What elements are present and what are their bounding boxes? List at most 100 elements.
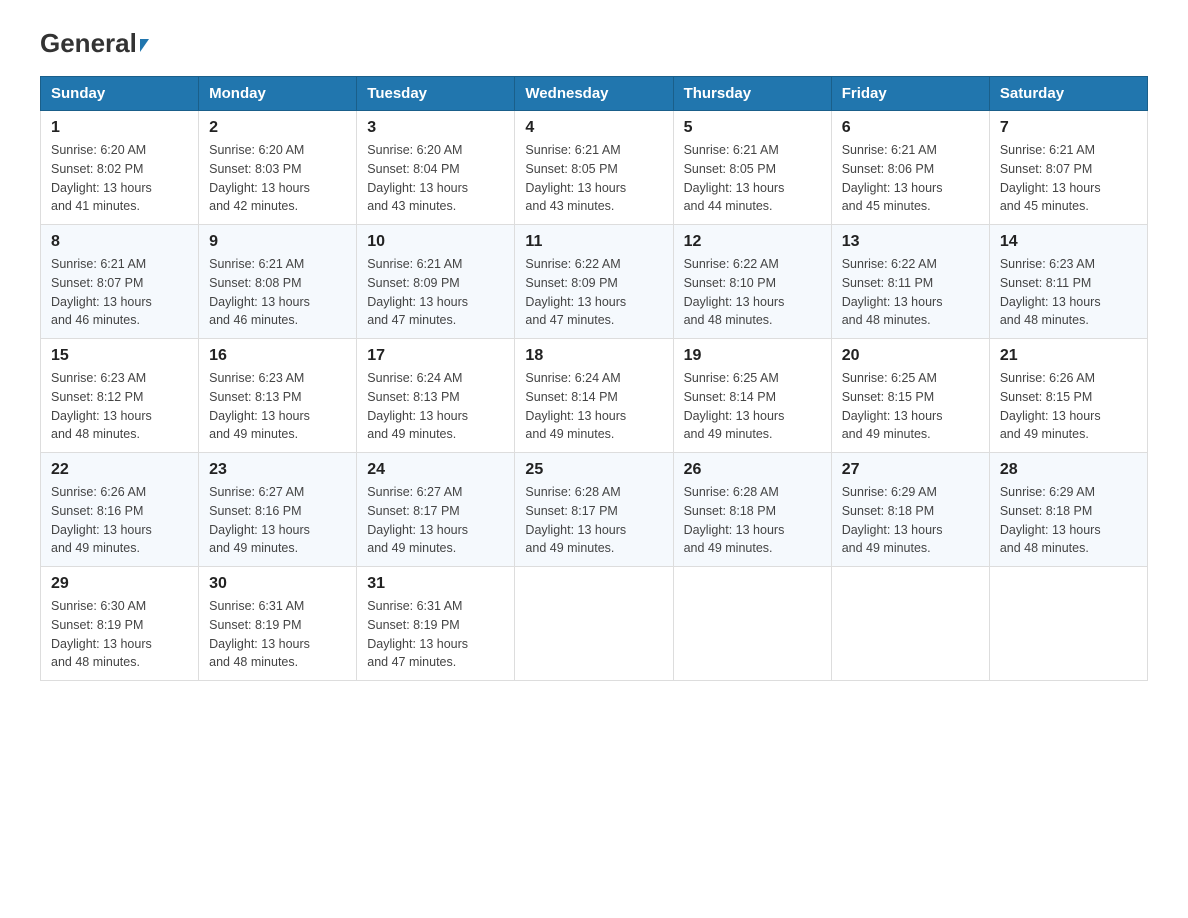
day-cell: 22 Sunrise: 6:26 AMSunset: 8:16 PMDaylig… bbox=[41, 453, 199, 567]
day-info: Sunrise: 6:21 AMSunset: 8:08 PMDaylight:… bbox=[209, 257, 310, 327]
day-info: Sunrise: 6:21 AMSunset: 8:05 PMDaylight:… bbox=[684, 143, 785, 213]
header-cell-saturday: Saturday bbox=[989, 77, 1147, 111]
day-cell: 28 Sunrise: 6:29 AMSunset: 8:18 PMDaylig… bbox=[989, 453, 1147, 567]
day-number: 7 bbox=[1000, 119, 1137, 137]
page-header: General bbox=[40, 30, 1148, 56]
day-number: 9 bbox=[209, 233, 346, 251]
day-info: Sunrise: 6:29 AMSunset: 8:18 PMDaylight:… bbox=[1000, 485, 1101, 555]
day-cell: 23 Sunrise: 6:27 AMSunset: 8:16 PMDaylig… bbox=[199, 453, 357, 567]
day-info: Sunrise: 6:22 AMSunset: 8:11 PMDaylight:… bbox=[842, 257, 943, 327]
day-cell: 12 Sunrise: 6:22 AMSunset: 8:10 PMDaylig… bbox=[673, 225, 831, 339]
day-info: Sunrise: 6:27 AMSunset: 8:17 PMDaylight:… bbox=[367, 485, 468, 555]
day-number: 19 bbox=[684, 347, 821, 365]
header-cell-sunday: Sunday bbox=[41, 77, 199, 111]
day-cell: 24 Sunrise: 6:27 AMSunset: 8:17 PMDaylig… bbox=[357, 453, 515, 567]
header-cell-friday: Friday bbox=[831, 77, 989, 111]
day-number: 23 bbox=[209, 461, 346, 479]
day-number: 10 bbox=[367, 233, 504, 251]
day-number: 11 bbox=[525, 233, 662, 251]
week-row-2: 8 Sunrise: 6:21 AMSunset: 8:07 PMDayligh… bbox=[41, 225, 1148, 339]
day-cell: 15 Sunrise: 6:23 AMSunset: 8:12 PMDaylig… bbox=[41, 339, 199, 453]
day-number: 21 bbox=[1000, 347, 1137, 365]
day-cell: 14 Sunrise: 6:23 AMSunset: 8:11 PMDaylig… bbox=[989, 225, 1147, 339]
header-cell-thursday: Thursday bbox=[673, 77, 831, 111]
day-cell bbox=[515, 567, 673, 681]
day-number: 13 bbox=[842, 233, 979, 251]
day-number: 16 bbox=[209, 347, 346, 365]
day-info: Sunrise: 6:20 AMSunset: 8:03 PMDaylight:… bbox=[209, 143, 310, 213]
day-number: 14 bbox=[1000, 233, 1137, 251]
header-cell-monday: Monday bbox=[199, 77, 357, 111]
day-number: 2 bbox=[209, 119, 346, 137]
day-cell: 31 Sunrise: 6:31 AMSunset: 8:19 PMDaylig… bbox=[357, 567, 515, 681]
day-number: 15 bbox=[51, 347, 188, 365]
day-info: Sunrise: 6:22 AMSunset: 8:09 PMDaylight:… bbox=[525, 257, 626, 327]
day-number: 27 bbox=[842, 461, 979, 479]
day-cell: 26 Sunrise: 6:28 AMSunset: 8:18 PMDaylig… bbox=[673, 453, 831, 567]
day-cell: 9 Sunrise: 6:21 AMSunset: 8:08 PMDayligh… bbox=[199, 225, 357, 339]
day-cell: 13 Sunrise: 6:22 AMSunset: 8:11 PMDaylig… bbox=[831, 225, 989, 339]
day-cell: 30 Sunrise: 6:31 AMSunset: 8:19 PMDaylig… bbox=[199, 567, 357, 681]
day-number: 3 bbox=[367, 119, 504, 137]
day-cell: 3 Sunrise: 6:20 AMSunset: 8:04 PMDayligh… bbox=[357, 111, 515, 225]
day-number: 1 bbox=[51, 119, 188, 137]
day-cell: 8 Sunrise: 6:21 AMSunset: 8:07 PMDayligh… bbox=[41, 225, 199, 339]
calendar-header: SundayMondayTuesdayWednesdayThursdayFrid… bbox=[41, 77, 1148, 111]
day-info: Sunrise: 6:25 AMSunset: 8:15 PMDaylight:… bbox=[842, 371, 943, 441]
day-number: 20 bbox=[842, 347, 979, 365]
day-cell: 6 Sunrise: 6:21 AMSunset: 8:06 PMDayligh… bbox=[831, 111, 989, 225]
day-info: Sunrise: 6:23 AMSunset: 8:13 PMDaylight:… bbox=[209, 371, 310, 441]
day-info: Sunrise: 6:21 AMSunset: 8:07 PMDaylight:… bbox=[1000, 143, 1101, 213]
day-number: 17 bbox=[367, 347, 504, 365]
day-cell: 20 Sunrise: 6:25 AMSunset: 8:15 PMDaylig… bbox=[831, 339, 989, 453]
calendar-body: 1 Sunrise: 6:20 AMSunset: 8:02 PMDayligh… bbox=[41, 111, 1148, 681]
day-number: 6 bbox=[842, 119, 979, 137]
day-number: 22 bbox=[51, 461, 188, 479]
logo-general: General bbox=[40, 30, 149, 56]
day-number: 12 bbox=[684, 233, 821, 251]
day-info: Sunrise: 6:26 AMSunset: 8:15 PMDaylight:… bbox=[1000, 371, 1101, 441]
day-info: Sunrise: 6:21 AMSunset: 8:09 PMDaylight:… bbox=[367, 257, 468, 327]
week-row-4: 22 Sunrise: 6:26 AMSunset: 8:16 PMDaylig… bbox=[41, 453, 1148, 567]
day-info: Sunrise: 6:26 AMSunset: 8:16 PMDaylight:… bbox=[51, 485, 152, 555]
day-cell: 18 Sunrise: 6:24 AMSunset: 8:14 PMDaylig… bbox=[515, 339, 673, 453]
day-number: 31 bbox=[367, 575, 504, 593]
day-cell: 10 Sunrise: 6:21 AMSunset: 8:09 PMDaylig… bbox=[357, 225, 515, 339]
day-number: 18 bbox=[525, 347, 662, 365]
day-cell: 21 Sunrise: 6:26 AMSunset: 8:15 PMDaylig… bbox=[989, 339, 1147, 453]
day-info: Sunrise: 6:31 AMSunset: 8:19 PMDaylight:… bbox=[367, 599, 468, 669]
day-number: 24 bbox=[367, 461, 504, 479]
day-info: Sunrise: 6:27 AMSunset: 8:16 PMDaylight:… bbox=[209, 485, 310, 555]
header-row: SundayMondayTuesdayWednesdayThursdayFrid… bbox=[41, 77, 1148, 111]
day-info: Sunrise: 6:21 AMSunset: 8:06 PMDaylight:… bbox=[842, 143, 943, 213]
week-row-1: 1 Sunrise: 6:20 AMSunset: 8:02 PMDayligh… bbox=[41, 111, 1148, 225]
day-cell bbox=[831, 567, 989, 681]
day-number: 25 bbox=[525, 461, 662, 479]
day-cell: 17 Sunrise: 6:24 AMSunset: 8:13 PMDaylig… bbox=[357, 339, 515, 453]
day-info: Sunrise: 6:22 AMSunset: 8:10 PMDaylight:… bbox=[684, 257, 785, 327]
day-info: Sunrise: 6:21 AMSunset: 8:07 PMDaylight:… bbox=[51, 257, 152, 327]
day-cell: 5 Sunrise: 6:21 AMSunset: 8:05 PMDayligh… bbox=[673, 111, 831, 225]
calendar-table: SundayMondayTuesdayWednesdayThursdayFrid… bbox=[40, 76, 1148, 681]
day-cell: 27 Sunrise: 6:29 AMSunset: 8:18 PMDaylig… bbox=[831, 453, 989, 567]
day-number: 5 bbox=[684, 119, 821, 137]
day-info: Sunrise: 6:31 AMSunset: 8:19 PMDaylight:… bbox=[209, 599, 310, 669]
day-info: Sunrise: 6:25 AMSunset: 8:14 PMDaylight:… bbox=[684, 371, 785, 441]
day-number: 8 bbox=[51, 233, 188, 251]
day-cell: 16 Sunrise: 6:23 AMSunset: 8:13 PMDaylig… bbox=[199, 339, 357, 453]
day-info: Sunrise: 6:24 AMSunset: 8:14 PMDaylight:… bbox=[525, 371, 626, 441]
day-cell: 4 Sunrise: 6:21 AMSunset: 8:05 PMDayligh… bbox=[515, 111, 673, 225]
day-cell: 25 Sunrise: 6:28 AMSunset: 8:17 PMDaylig… bbox=[515, 453, 673, 567]
day-number: 4 bbox=[525, 119, 662, 137]
day-info: Sunrise: 6:28 AMSunset: 8:18 PMDaylight:… bbox=[684, 485, 785, 555]
day-info: Sunrise: 6:30 AMSunset: 8:19 PMDaylight:… bbox=[51, 599, 152, 669]
day-number: 29 bbox=[51, 575, 188, 593]
logo-arrow-icon bbox=[140, 39, 149, 52]
header-cell-tuesday: Tuesday bbox=[357, 77, 515, 111]
day-info: Sunrise: 6:23 AMSunset: 8:11 PMDaylight:… bbox=[1000, 257, 1101, 327]
day-cell: 1 Sunrise: 6:20 AMSunset: 8:02 PMDayligh… bbox=[41, 111, 199, 225]
day-cell bbox=[673, 567, 831, 681]
day-info: Sunrise: 6:24 AMSunset: 8:13 PMDaylight:… bbox=[367, 371, 468, 441]
day-info: Sunrise: 6:21 AMSunset: 8:05 PMDaylight:… bbox=[525, 143, 626, 213]
logo: General bbox=[40, 30, 149, 56]
